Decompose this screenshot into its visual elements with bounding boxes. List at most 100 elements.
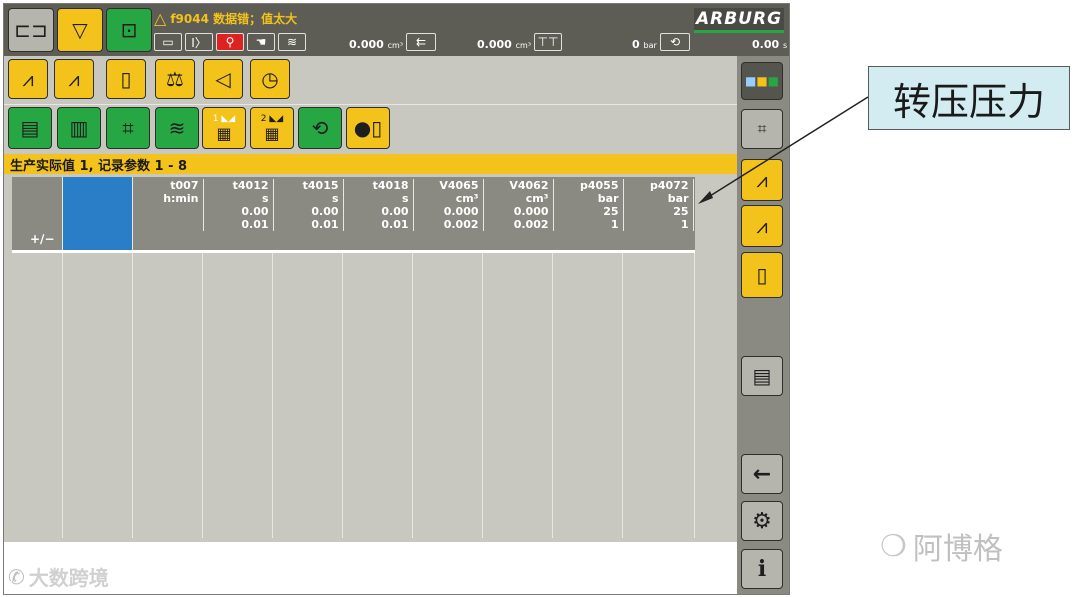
funnel-icon: ▽ bbox=[72, 18, 88, 42]
document-icon: ▯ bbox=[120, 67, 132, 91]
record-icon: ●▯ bbox=[353, 116, 383, 140]
time-value: 0.00 s bbox=[752, 38, 787, 51]
col-val1: 0.00 bbox=[343, 205, 414, 218]
alarm-message[interactable]: △ f9044 数据错；值太大 bbox=[154, 8, 298, 28]
io-status-icon: I〉 bbox=[185, 33, 213, 51]
watermark-right: ❍ 阿博格 bbox=[880, 524, 1003, 568]
col-val2: 0.01 bbox=[343, 218, 414, 231]
table-column-line bbox=[343, 253, 413, 538]
chat-button[interactable]: ▤ bbox=[741, 356, 783, 396]
volume1-value: 0.000 cm³ bbox=[349, 38, 403, 51]
chat-icon: ▤ bbox=[752, 364, 772, 388]
view-button[interactable]: ◁ bbox=[203, 59, 243, 99]
table-2-icon: ▦ bbox=[264, 123, 280, 143]
bottom-strip bbox=[4, 542, 737, 594]
doc-curves-icon: ≋ bbox=[168, 116, 186, 140]
machine-mode-button[interactable]: ⊏⊐ bbox=[8, 8, 54, 52]
col-val1: 25 bbox=[623, 205, 694, 218]
machine-control-panel: ⊏⊐ ▽ ⊡ △ f9044 数据错；值太大 ARBURG ▭ I〉 ⚲ ☚ ≋… bbox=[3, 3, 790, 595]
back-arrow-icon: ← bbox=[752, 461, 772, 487]
side-injection-balance-button[interactable]: ⩘ bbox=[741, 205, 783, 247]
volume2-value: 0.000 cm³ bbox=[477, 38, 531, 51]
settings-button[interactable]: ⚙ bbox=[741, 501, 783, 541]
selected-column[interactable] bbox=[63, 177, 133, 250]
doc-list-icon: ▤ bbox=[20, 116, 40, 140]
col-name: V4062 bbox=[483, 179, 554, 192]
doc-curves-button[interactable]: ≋ bbox=[155, 107, 199, 149]
table-1-button[interactable]: 1 ◣◢ ▦ bbox=[202, 107, 246, 149]
doc-list-button[interactable]: ▤ bbox=[8, 107, 52, 149]
annotation-callout: 转压压力 bbox=[868, 66, 1070, 130]
warning-triangle-icon: △ bbox=[154, 8, 167, 28]
table-row-names: t007 t4012 t4015 t4018 V4065 V4062 p4055… bbox=[133, 179, 694, 192]
keyboard-status-icon: ▭ bbox=[154, 33, 182, 51]
table-column-line bbox=[133, 253, 203, 538]
injection-balance-button[interactable]: ⩘ bbox=[54, 59, 94, 99]
col-name: t4018 bbox=[343, 179, 414, 192]
volume2-unit: cm³ bbox=[515, 41, 532, 50]
table-column-line bbox=[63, 253, 133, 538]
filter-funnel-button[interactable]: ▽ bbox=[57, 8, 103, 52]
table-body bbox=[12, 253, 695, 540]
cycle-icon: ⟲ bbox=[660, 33, 690, 51]
table-column-line bbox=[483, 253, 553, 538]
record-button[interactable]: ●▯ bbox=[346, 107, 390, 149]
table-row-value1: 0.00 0.00 0.00 0.000 0.000 25 25 bbox=[133, 205, 694, 218]
table-1-icon: ▦ bbox=[216, 123, 232, 143]
table-2-label: 2 ◣◢ bbox=[260, 113, 284, 124]
table-row-units: h:min s s s cm³ cm³ bar bar bbox=[133, 192, 694, 205]
table-column-line bbox=[623, 253, 695, 538]
watermark-left-text: 大数跨境 bbox=[28, 566, 109, 590]
brand-logo: ARBURG bbox=[694, 8, 784, 33]
clock-icon: ◷ bbox=[261, 67, 279, 91]
machine-mode-icon: ⊏⊐ bbox=[14, 18, 48, 42]
time-unit: s bbox=[782, 41, 788, 50]
watermark-right-text: 阿博格 bbox=[912, 532, 1003, 567]
annotation-callout-text: 转压压力 bbox=[892, 79, 1045, 124]
table-2-button[interactable]: 2 ◣◢ ▦ bbox=[250, 107, 294, 149]
col-name: p4072 bbox=[623, 179, 694, 192]
col-val2: 0.01 bbox=[203, 218, 274, 231]
doc-cycle-button[interactable]: ⟲ bbox=[298, 107, 342, 149]
col-val2 bbox=[133, 218, 204, 231]
doc-stack-button[interactable]: ▥ bbox=[57, 107, 101, 149]
section-title-bar: 生产实际值 1, 记录参数 1 - 8 bbox=[4, 154, 789, 174]
side-document-button[interactable]: ▯ bbox=[741, 252, 783, 298]
pressure-number: 0 bbox=[632, 38, 640, 51]
col-unit: cm³ bbox=[483, 192, 554, 205]
table-column-line bbox=[413, 253, 483, 538]
col-name: p4055 bbox=[553, 179, 624, 192]
volume1-unit: cm³ bbox=[387, 41, 404, 50]
emergency-status-icon: ⚲ bbox=[216, 33, 244, 51]
doc-nodes-icon: ⌗ bbox=[122, 116, 134, 140]
info-button[interactable]: i bbox=[741, 549, 783, 589]
alarm-text: f9044 数据错；值太大 bbox=[170, 11, 298, 26]
brand-text: ARBURG bbox=[695, 9, 783, 29]
balance-button[interactable]: ⚖ bbox=[155, 59, 195, 99]
back-button[interactable]: ← bbox=[741, 454, 783, 494]
table-row-value2: 0.01 0.01 0.01 0.002 0.002 1 1 bbox=[133, 218, 694, 231]
color-display-icon: ■■■ bbox=[744, 74, 780, 88]
col-unit: bar bbox=[553, 192, 624, 205]
door-button[interactable]: ⊡ bbox=[106, 8, 152, 52]
doc-stack-icon: ▥ bbox=[69, 116, 89, 140]
balance-icon: ⚖ bbox=[166, 67, 184, 91]
document-button[interactable]: ▯ bbox=[106, 59, 146, 99]
screw-forward-icon: ⇇ bbox=[406, 33, 436, 51]
injection-curve-balance-icon: ⩘ bbox=[756, 214, 768, 238]
injection-curve-icon: ⩘ bbox=[22, 67, 34, 91]
injection-curve-balance-icon: ⩘ bbox=[68, 67, 80, 91]
col-val2: 0.002 bbox=[483, 218, 554, 231]
injection-curve-button[interactable]: ⩘ bbox=[8, 59, 48, 99]
doc-nodes-button[interactable]: ⌗ bbox=[106, 107, 150, 149]
table-column-line bbox=[12, 253, 63, 538]
time-number: 0.00 bbox=[752, 38, 780, 51]
clock-button[interactable]: ◷ bbox=[250, 59, 290, 99]
watermark-left: ✆ 大数跨境 bbox=[8, 562, 109, 591]
row-toggle-cell[interactable]: +∕− bbox=[12, 177, 63, 250]
table-column-line bbox=[273, 253, 343, 538]
col-val2: 1 bbox=[553, 218, 624, 231]
col-val1: 0.000 bbox=[483, 205, 554, 218]
col-val1 bbox=[133, 205, 204, 218]
col-name: t4012 bbox=[203, 179, 274, 192]
